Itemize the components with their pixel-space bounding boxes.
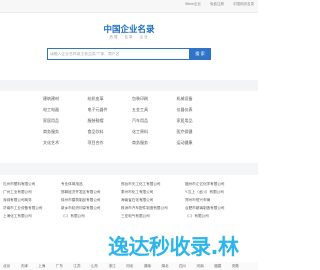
category-link[interactable]: 纺织皮革 <box>88 96 133 101</box>
category-link[interactable]: 仪器仪表 <box>177 107 222 112</box>
enterprise-link[interactable]: 邢台市天工化工有限公司 <box>118 182 182 187</box>
enterprise-link[interactable]: 专业体育用品 <box>58 182 118 187</box>
hot-keywords: 热搜 名录 企业 <box>0 35 258 40</box>
enterprise-link[interactable]: 海南省石化有限公司 <box>118 198 182 203</box>
enterprise-link[interactable]: 邯郸经济开发区有限公司 <box>58 190 118 195</box>
enterprise-link[interactable]: 福州市汇亿化学有限公司 <box>182 182 252 187</box>
top-links: 58me企业 免费注册 中国网页名录 <box>185 2 254 7</box>
enterprise-link[interactable]: 礼州市塑料有限公司 <box>0 182 58 187</box>
site-title: 中国企业名录 <box>103 24 155 34</box>
region-link[interactable]: 浙江 <box>109 262 127 270</box>
top-link[interactable]: 免费注册 <box>210 2 224 7</box>
region-link[interactable]: 河南 <box>197 262 215 270</box>
region-bar: 北京 天津 上海 广东 江苏 山东 浙江 河北 湖南 湖北 四川 河南 福建 安… <box>0 262 258 270</box>
region-link[interactable]: 天津 <box>21 262 39 270</box>
category-link[interactable]: 家居用品 <box>177 118 222 123</box>
hot-word[interactable]: 热搜 <box>110 35 119 39</box>
category-link[interactable]: 电子元器件 <box>88 107 133 112</box>
category-link[interactable]: 项目合作 <box>88 140 133 145</box>
enterprise-link[interactable]: 新乡市纺织印染有限公司 <box>58 206 118 211</box>
enterprise-link[interactable]: 广州工业有限公司 <box>0 190 58 195</box>
enterprise-link[interactable]: 徐州市建筑制品有限公司 <box>58 198 118 203</box>
region-link[interactable]: 北京 <box>3 262 21 270</box>
top-link[interactable]: 58me企业 <box>185 2 201 7</box>
region-link[interactable]: 江苏 <box>73 262 91 270</box>
hot-word[interactable]: 名录 <box>125 35 134 39</box>
top-bar: 58me企业 免费注册 中国网页名录 <box>0 0 258 13</box>
region-link[interactable]: 福建 <box>214 262 232 270</box>
category-link[interactable]: 医疗保健 <box>177 129 222 134</box>
category-link[interactable]: 包装印刷 <box>132 96 177 101</box>
region-link[interactable]: 河北 <box>126 262 144 270</box>
region-link[interactable]: 安徽 <box>232 262 250 270</box>
category-link[interactable]: 运动健康 <box>177 140 222 145</box>
region-link[interactable]: 四川 <box>179 262 197 270</box>
watermark-text: 逸达秒收录.林 <box>108 235 239 259</box>
region-link[interactable]: 广东 <box>56 262 74 270</box>
region-link[interactable]: 湖北 <box>161 262 179 270</box>
search-button[interactable]: 搜 索 <box>189 48 211 60</box>
search-box: 搜 索 <box>47 48 211 60</box>
enterprise-link[interactable]: （□）有限公司 <box>182 214 252 219</box>
top-link[interactable]: 中国网页名录 <box>233 2 254 7</box>
category-link[interactable]: 机械设备 <box>177 96 222 101</box>
hot-word[interactable]: 企业 <box>139 35 148 39</box>
category-link[interactable]: 五金工具 <box>132 107 177 112</box>
enterprise-link[interactable]: Y.汉上（龙川）有限公司 <box>182 190 252 195</box>
category-link[interactable]: 商务服务 <box>43 129 88 134</box>
region-link[interactable]: 山东 <box>91 262 109 270</box>
search-input[interactable] <box>50 49 186 59</box>
section-divider <box>0 163 258 175</box>
enterprise-link[interactable]: 三亚电气有限公司 <box>118 214 182 219</box>
enterprise-link[interactable]: 株洲市汽车配件制造有限公司 <box>118 206 182 211</box>
enterprise-link[interactable]: 上海化工有限公司 <box>0 214 58 219</box>
category-link[interactable]: 化工原料 <box>132 129 177 134</box>
enterprise-link[interactable]: 郑州市恒兴车辆 <box>182 198 252 203</box>
enterprise-link[interactable]: （□）有限公司 <box>58 214 118 219</box>
enterprise-link[interactable]: 济南市工业设备有限公司 <box>0 206 58 211</box>
category-link[interactable]: 建筑建材 <box>43 96 88 101</box>
enterprise-link[interactable]: 泰州市化工有限公司 <box>118 190 182 195</box>
enterprise-link[interactable]: 合肥市玻璃制造有限公司 <box>182 206 252 211</box>
category-link[interactable]: 商务服务 <box>132 140 177 145</box>
region-link[interactable]: 湖南 <box>144 262 162 270</box>
category-link[interactable]: 文化艺术 <box>43 140 88 145</box>
category-grid: 建筑建材 纺织皮革 包装印刷 机械设备 电工电器 电子元器件 五金工具 仪器仪表… <box>43 96 221 145</box>
region-link[interactable]: 上海 <box>38 262 56 270</box>
category-link[interactable]: 家居用品 <box>43 118 88 123</box>
category-link[interactable]: 电工电器 <box>43 107 88 112</box>
section-divider <box>0 80 258 91</box>
category-link[interactable]: 服装鞋帽 <box>88 118 133 123</box>
category-link[interactable]: 食品饮料 <box>88 129 133 134</box>
enterprise-list: 礼州市塑料有限公司 专业体育用品 邢台市天工化工有限公司 福州市汇亿化学有限公司… <box>0 182 258 219</box>
enterprise-link[interactable]: 深圳有限公司商务 <box>0 198 58 203</box>
category-link[interactable]: 汽车用品 <box>132 118 177 123</box>
